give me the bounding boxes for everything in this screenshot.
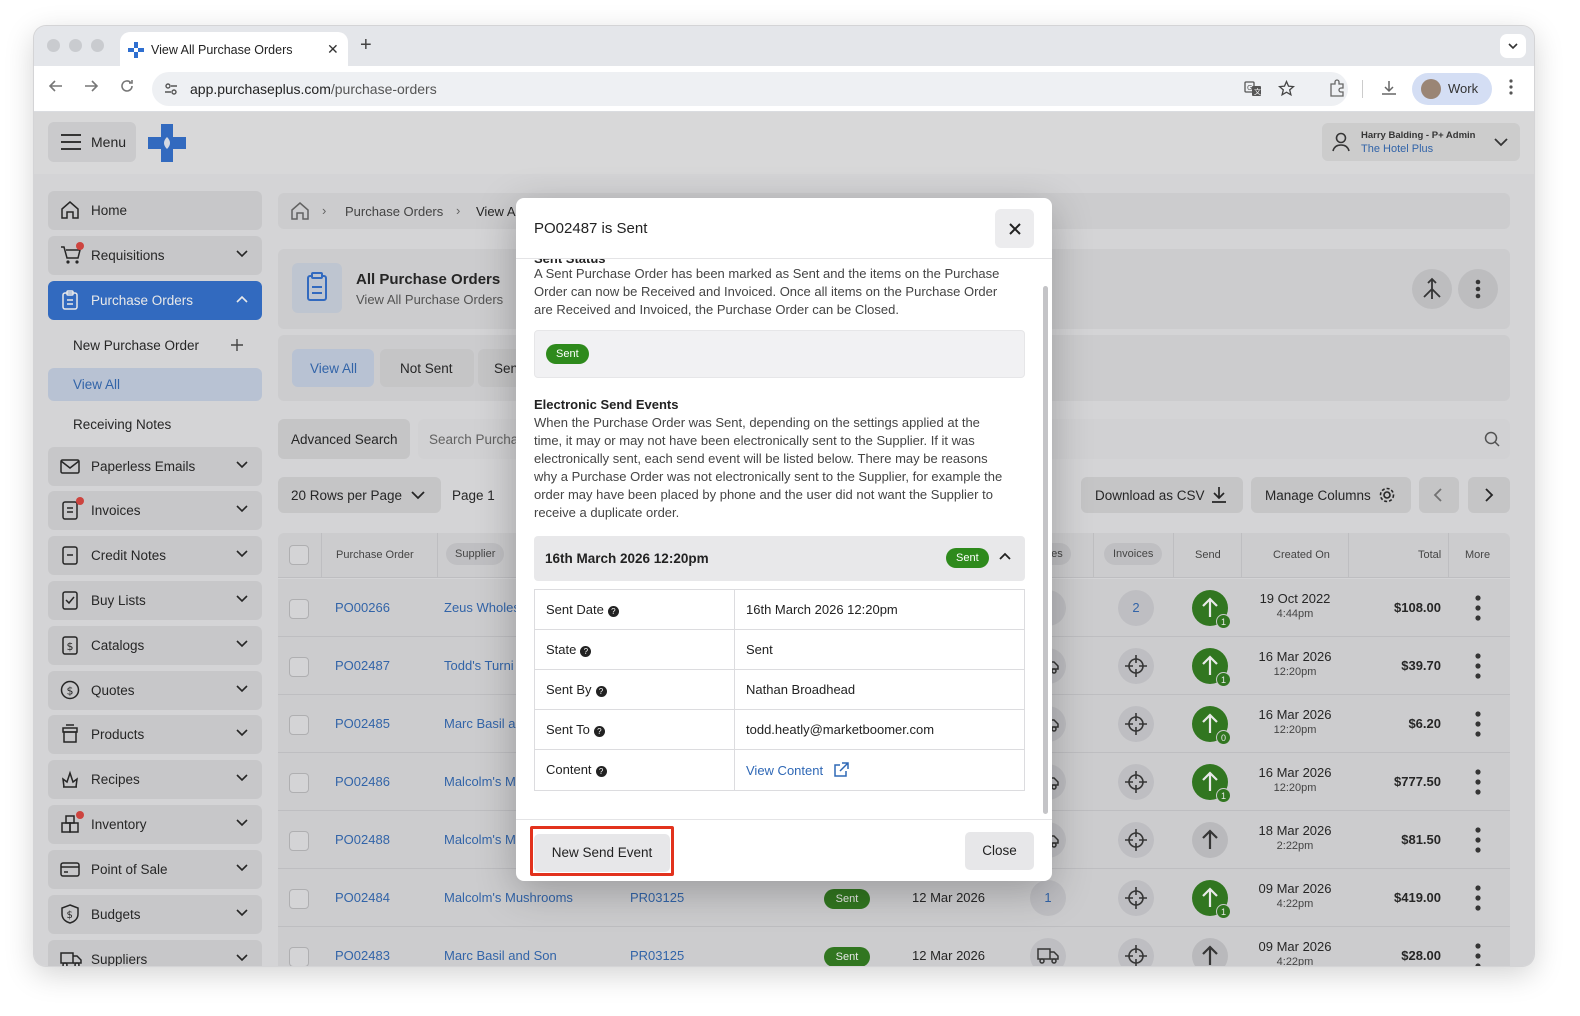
modal-header: PO02487 is Sent bbox=[516, 198, 1052, 259]
tab-search-button[interactable] bbox=[1500, 34, 1526, 58]
toolbar-divider bbox=[1362, 80, 1363, 98]
tab-strip: View All Purchase Orders ✕ + bbox=[34, 26, 1534, 66]
electronic-send-events-heading: Electronic Send Events bbox=[534, 397, 679, 412]
address-bar[interactable]: app.purchaseplus.com/purchase-orders G文 bbox=[152, 72, 1348, 106]
profile-button[interactable]: Work bbox=[1412, 73, 1492, 105]
browser-window: View All Purchase Orders ✕ + app.purchas… bbox=[34, 26, 1534, 966]
site-settings-icon[interactable] bbox=[164, 82, 178, 96]
close-button[interactable]: Close bbox=[965, 832, 1034, 870]
send-event-row-sent-by: Sent By? Nathan Broadhead bbox=[535, 670, 1024, 710]
favicon-icon bbox=[128, 42, 144, 58]
send-event-row-state: State? Sent bbox=[535, 630, 1024, 670]
modal-footer: New Send Event Close bbox=[516, 819, 1052, 881]
close-icon bbox=[1008, 222, 1021, 235]
field-value: todd.heatly@marketboomer.com bbox=[746, 722, 935, 737]
profile-label: Work bbox=[1448, 81, 1479, 96]
status-box: Sent bbox=[534, 330, 1025, 378]
field-label: State bbox=[546, 642, 577, 657]
field-label: Sent To bbox=[546, 722, 590, 737]
download-icon[interactable] bbox=[1380, 79, 1398, 97]
field-value: Sent bbox=[746, 642, 773, 657]
window-minimize-dot[interactable] bbox=[69, 39, 82, 52]
window-zoom-dot[interactable] bbox=[91, 39, 104, 52]
back-icon[interactable] bbox=[48, 78, 64, 94]
browser-toolbar: app.purchaseplus.com/purchase-orders G文 … bbox=[34, 66, 1534, 112]
url-text: app.purchaseplus.com/purchase-orders bbox=[190, 81, 437, 97]
status-badge: Sent bbox=[546, 344, 589, 364]
browser-tab[interactable]: View All Purchase Orders ✕ bbox=[120, 32, 348, 66]
send-event-row-sent-date: Sent Date? 16th March 2026 12:20pm bbox=[535, 590, 1024, 630]
svg-text:G: G bbox=[1247, 84, 1252, 92]
tab-close-icon[interactable]: ✕ bbox=[327, 41, 339, 58]
send-event-date: 16th March 2026 12:20pm bbox=[545, 551, 709, 566]
forward-icon[interactable] bbox=[83, 78, 99, 94]
bookmark-star-icon[interactable] bbox=[1278, 80, 1295, 97]
avatar bbox=[1421, 79, 1441, 99]
svg-text:文: 文 bbox=[1254, 87, 1261, 96]
reload-icon[interactable] bbox=[119, 78, 135, 94]
electronic-send-events-description: When the Purchase Order was Sent, depend… bbox=[534, 415, 1003, 520]
external-link-icon bbox=[833, 762, 849, 777]
field-label: Content bbox=[546, 762, 592, 777]
send-events-modal: PO02487 is Sent Sent Status A Sent Purch… bbox=[516, 198, 1052, 881]
send-event-status-badge: Sent bbox=[946, 548, 989, 568]
field-value: Nathan Broadhead bbox=[746, 682, 856, 697]
help-icon[interactable]: ? bbox=[595, 686, 607, 697]
modal-scrollbar[interactable] bbox=[1043, 286, 1048, 814]
chevron-up-icon bbox=[999, 552, 1011, 560]
window-close-dot[interactable] bbox=[47, 39, 60, 52]
help-icon[interactable]: ? bbox=[580, 646, 592, 657]
tab-title: View All Purchase Orders bbox=[151, 43, 293, 57]
sent-status-description: A Sent Purchase Order has been marked as… bbox=[534, 266, 1000, 317]
field-label: Sent By bbox=[546, 682, 592, 697]
view-content-link[interactable]: View Content bbox=[746, 762, 849, 778]
new-tab-icon[interactable]: + bbox=[360, 34, 372, 57]
extensions-icon[interactable] bbox=[1328, 79, 1346, 97]
field-label: Sent Date bbox=[546, 602, 604, 617]
modal-close-button[interactable] bbox=[995, 209, 1034, 248]
send-event-accordion-header[interactable]: 16th March 2026 12:20pm Sent bbox=[534, 536, 1025, 581]
modal-title: PO02487 is Sent bbox=[534, 220, 648, 237]
translate-icon[interactable]: G文 bbox=[1244, 81, 1262, 97]
highlight-box bbox=[530, 826, 674, 876]
help-icon[interactable]: ? bbox=[593, 726, 605, 737]
browser-menu-icon[interactable] bbox=[1508, 78, 1514, 96]
modal-body: Sent Status A Sent Purchase Order has be… bbox=[516, 259, 1052, 819]
send-event-details-table: Sent Date? 16th March 2026 12:20pm State… bbox=[534, 589, 1025, 791]
send-event-row-sent-to: Sent To? todd.heatly@marketboomer.com bbox=[535, 710, 1024, 750]
chevron-down-icon bbox=[1508, 43, 1518, 50]
send-event-row-content: Content? View Content bbox=[535, 750, 1024, 790]
help-icon[interactable]: ? bbox=[595, 766, 607, 777]
field-value: 16th March 2026 12:20pm bbox=[746, 602, 898, 617]
help-icon[interactable]: ? bbox=[607, 606, 619, 617]
